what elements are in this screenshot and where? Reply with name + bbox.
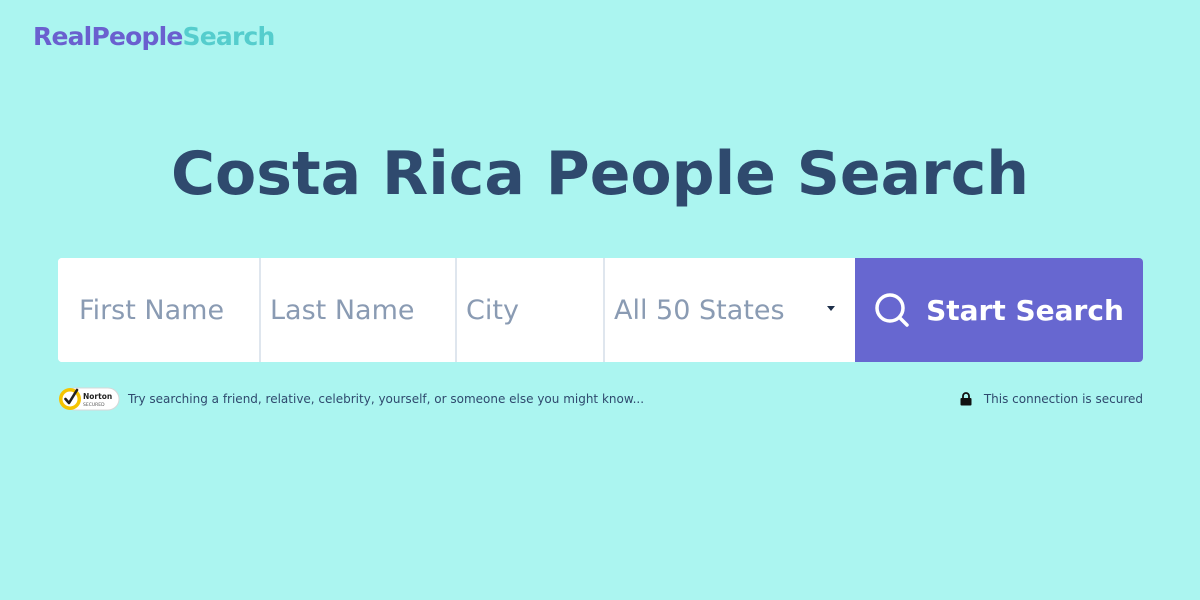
search-form: All 50 States Start Search [58, 258, 1143, 362]
start-search-button[interactable]: Start Search [855, 258, 1143, 362]
state-select[interactable]: All 50 States [605, 258, 855, 362]
search-hint: Try searching a friend, relative, celebr… [128, 392, 645, 406]
city-input[interactable] [457, 258, 605, 362]
site-logo[interactable]: RealPeopleSearch [33, 20, 275, 54]
secure-connection-notice: This connection is secured [960, 390, 1143, 408]
search-icon [875, 293, 909, 327]
chevron-down-icon [827, 306, 835, 311]
norton-check-icon [59, 388, 81, 410]
first-name-input[interactable] [58, 258, 261, 362]
logo-part-real: RealPeople [33, 22, 183, 51]
page: RealPeopleSearch Costa Rica People Searc… [0, 0, 1200, 600]
norton-secured-badge: Norton SECURED [59, 387, 120, 411]
state-select-value: All 50 States [614, 294, 785, 326]
logo-part-search: Search [182, 22, 276, 51]
norton-label: Norton [83, 392, 112, 401]
start-search-label: Start Search [926, 293, 1124, 327]
norton-secured-label: SECURED [83, 402, 105, 408]
lock-icon [960, 392, 972, 406]
page-title: Costa Rica People Search [171, 139, 1029, 209]
secure-connection-text: This connection is secured [983, 392, 1143, 406]
last-name-input[interactable] [261, 258, 457, 362]
